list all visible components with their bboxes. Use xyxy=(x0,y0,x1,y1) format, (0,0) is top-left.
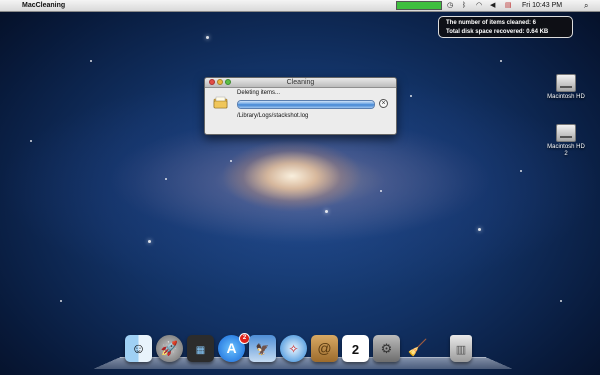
wifi-icon[interactable]: ◠ xyxy=(476,0,482,11)
deleting-status-text: Deleting items... xyxy=(237,90,281,96)
menu-status-meter[interactable] xyxy=(396,1,442,10)
progress-bar xyxy=(237,100,375,109)
broom-folder-icon xyxy=(213,96,228,109)
flag-icon[interactable]: ▤ xyxy=(505,0,512,11)
mission-control-icon[interactable]: ▦ xyxy=(187,335,214,362)
items-cleaned-text: The number of items cleaned: 6 xyxy=(446,20,537,26)
address-book-icon[interactable]: @ xyxy=(311,335,338,362)
preview-icon[interactable]: 🦅 xyxy=(249,335,276,362)
finder-icon[interactable]: ☺ xyxy=(125,335,152,362)
safari-icon[interactable]: ✧ xyxy=(280,335,307,362)
app-menu-name[interactable]: MacCleaning xyxy=(22,0,65,11)
hard-drive-icon xyxy=(556,124,576,142)
bluetooth-icon[interactable]: ᛒ xyxy=(462,0,466,11)
stop-button[interactable]: × xyxy=(379,99,388,108)
desktop-wallpaper xyxy=(0,0,600,375)
trash-icon[interactable]: ▥ xyxy=(450,335,472,362)
maccleaning-icon[interactable]: 🧹 xyxy=(404,335,431,362)
timemachine-icon[interactable]: ◷ xyxy=(447,0,453,11)
drive-label: Macintosh HD 2 xyxy=(547,144,585,157)
space-recovered-text: Total disk space recovered: 0.64 KB xyxy=(446,29,549,35)
macintosh-hd-icon[interactable]: Macintosh HD xyxy=(546,74,586,101)
macintosh-hd-2-icon[interactable]: Macintosh HD 2 xyxy=(546,124,586,158)
volume-icon[interactable]: ◀ xyxy=(490,0,495,11)
menu-bar: MacCleaning ◷ ᛒ ◠ ◀ ▤ Fri 10:43 PM ⌕ xyxy=(0,0,600,12)
cleaning-summary-hud: The number of items cleaned: 6 Total dis… xyxy=(438,16,573,38)
system-preferences-icon[interactable]: ⚙ xyxy=(373,335,400,362)
launchpad-icon[interactable]: 🚀 xyxy=(156,335,183,362)
drive-label: Macintosh HD xyxy=(547,94,585,100)
window-titlebar[interactable]: Cleaning xyxy=(205,78,396,88)
calendar-day: 2 xyxy=(351,342,360,357)
spotlight-search-icon[interactable]: ⌕ xyxy=(584,0,588,11)
cleaning-window: Cleaning Deleting items... × /Library/Lo… xyxy=(204,77,397,135)
menu-clock[interactable]: Fri 10:43 PM xyxy=(522,0,562,11)
ical-icon[interactable]: 2 xyxy=(342,335,369,362)
hard-drive-icon xyxy=(556,74,576,92)
current-file-path: /Library/Logs/stackshot.log xyxy=(237,113,309,119)
window-title: Cleaning xyxy=(286,79,315,86)
